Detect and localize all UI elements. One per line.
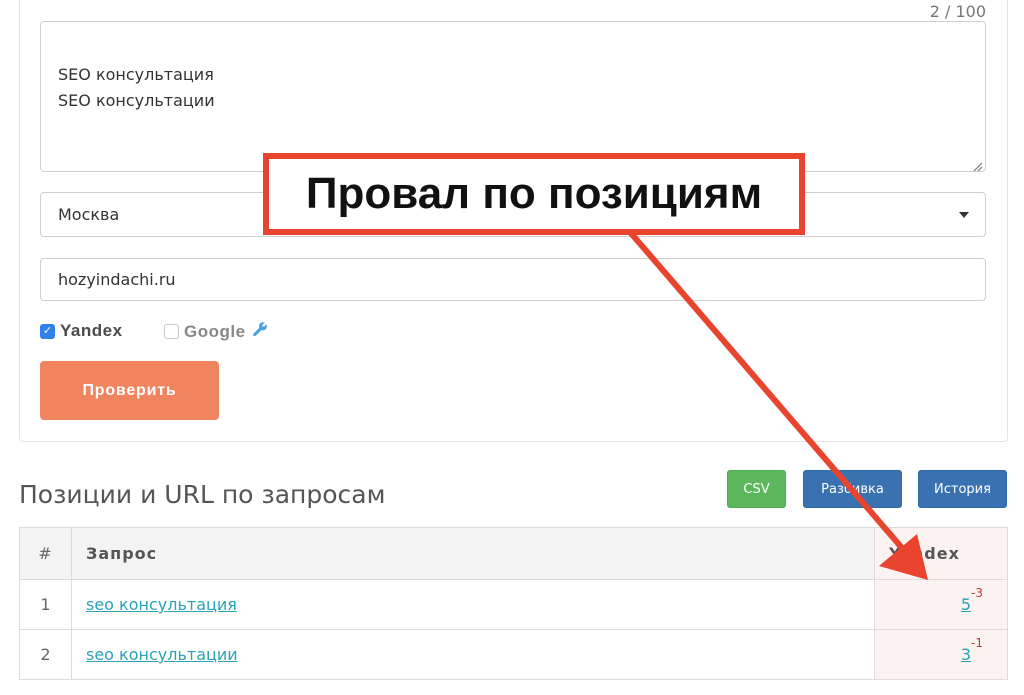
query-link[interactable]: seo консультации (86, 645, 238, 664)
csv-button[interactable]: CSV (727, 470, 786, 508)
results-table: # Запрос Yandex 1 seo консультация 5 -3 … (19, 527, 1008, 680)
annotation-callout: Провал по позициям (263, 153, 805, 235)
check-button[interactable]: Проверить (40, 361, 219, 420)
query-cell: seo консультации (71, 629, 875, 680)
column-header-query[interactable]: Запрос (71, 527, 875, 580)
resize-grip-icon[interactable] (973, 159, 983, 172)
position-delta: -1 (971, 636, 983, 650)
query-cell: seo консультация (71, 579, 875, 630)
column-header-num: # (19, 527, 72, 580)
position-link[interactable]: 3 (961, 645, 971, 664)
queries-textarea[interactable]: SEO консультация SEO консультации (40, 21, 986, 172)
table-header-row: # Запрос Yandex (19, 527, 1008, 580)
query-counter: 2 / 100 (929, 2, 986, 21)
position-delta: -3 (971, 586, 983, 600)
google-checkbox-item[interactable]: Google (164, 321, 268, 342)
row-number: 1 (19, 579, 72, 630)
yandex-checkbox-label: Yandex (60, 321, 123, 340)
table-row: 1 seo консультация 5 -3 (19, 579, 1008, 630)
google-checkbox[interactable] (164, 324, 179, 339)
yandex-position-cell: 5 -3 (874, 579, 1008, 630)
position-link[interactable]: 5 (961, 595, 971, 614)
split-button[interactable]: Разбивка (803, 470, 902, 508)
table-row: 2 seo консультации 3 -1 (19, 629, 1008, 680)
query-link[interactable]: seo консультация (86, 595, 237, 614)
region-select-value: Москва (58, 205, 120, 224)
yandex-checkbox-item[interactable]: ✓ Yandex (40, 321, 123, 341)
row-number: 2 (19, 629, 72, 680)
wrench-icon[interactable] (252, 321, 268, 342)
column-header-yandex[interactable]: Yandex (874, 527, 1008, 580)
history-button[interactable]: История (918, 470, 1007, 508)
yandex-checkbox[interactable]: ✓ (40, 323, 55, 339)
caret-down-icon (959, 212, 969, 218)
site-input[interactable]: hozyindachi.ru (40, 258, 986, 301)
yandex-position-cell: 3 -1 (874, 629, 1008, 680)
google-checkbox-label: Google (184, 321, 246, 341)
results-title: Позиции и URL по запросам (19, 480, 386, 509)
